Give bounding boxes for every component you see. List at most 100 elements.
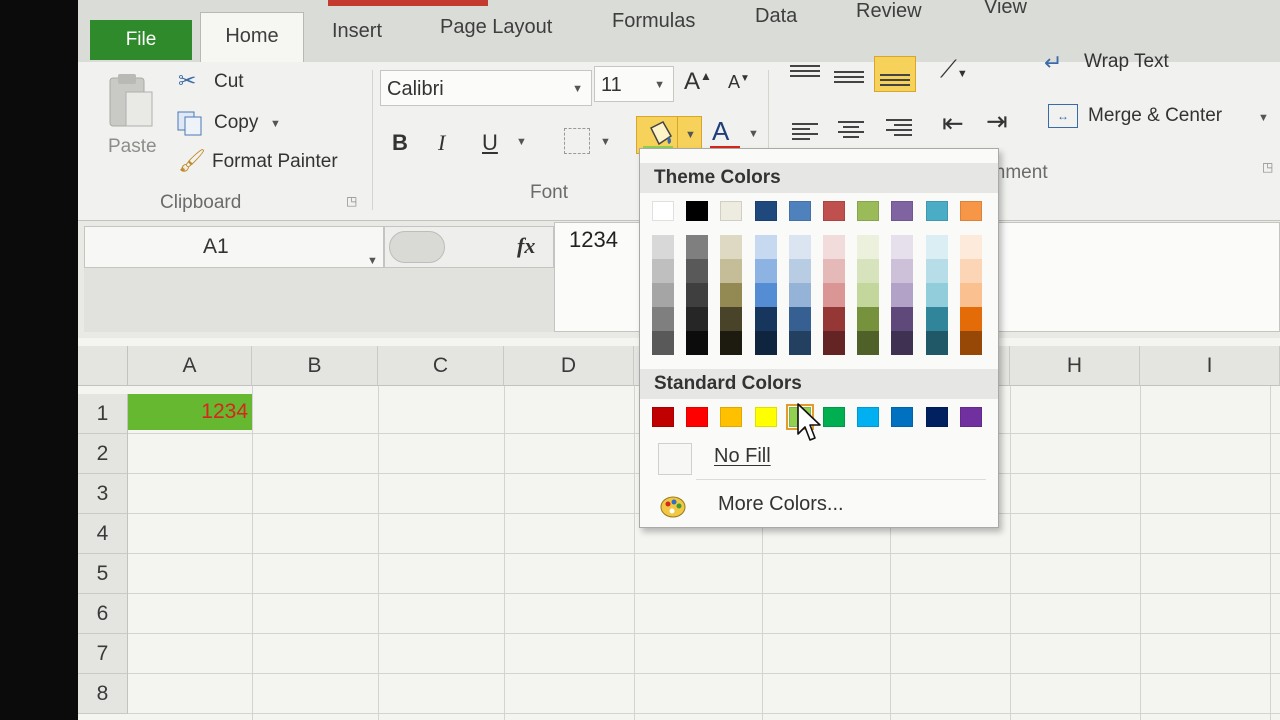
theme-color-swatch[interactable]	[686, 201, 709, 221]
tab-data[interactable]: Data	[755, 5, 797, 28]
insert-function-icon[interactable]: fx	[517, 233, 535, 259]
standard-color-swatch[interactable]	[652, 407, 674, 427]
decrease-font-size-icon[interactable]: A▼	[728, 72, 750, 93]
decrease-indent-icon[interactable]: ⇤	[942, 108, 964, 139]
theme-shade-swatch[interactable]	[823, 283, 845, 307]
align-middle-icon[interactable]	[834, 68, 864, 86]
tab-formulas[interactable]: Formulas	[612, 10, 695, 33]
fill-color-dropdown-arrow[interactable]: ▼	[685, 129, 696, 141]
merge-center-button[interactable]: ↔ Merge & Center ▼	[1048, 102, 1280, 134]
standard-color-swatch[interactable]	[959, 407, 982, 427]
theme-shade-swatch[interactable]	[857, 331, 880, 355]
theme-color-swatch[interactable]	[788, 201, 811, 221]
standard-color-swatch[interactable]	[686, 407, 709, 427]
theme-shade-swatch[interactable]	[788, 307, 811, 331]
formula-bar-splitter[interactable]	[389, 231, 445, 263]
theme-color-swatch[interactable]	[754, 201, 777, 221]
theme-shade-swatch[interactable]	[857, 259, 880, 283]
theme-shade-swatch[interactable]	[686, 307, 709, 331]
theme-color-swatch[interactable]	[925, 201, 948, 221]
font-color-dropdown-arrow[interactable]: ▼	[748, 128, 759, 140]
theme-color-swatch[interactable]	[959, 201, 982, 221]
align-left-icon[interactable]	[792, 120, 822, 143]
standard-color-swatch[interactable]	[720, 407, 743, 427]
theme-shade-swatch[interactable]	[823, 307, 845, 331]
theme-shade-swatch[interactable]	[720, 307, 743, 331]
italic-button[interactable]: I	[438, 130, 445, 156]
alignment-launcher-icon[interactable]: ◳	[1262, 160, 1273, 174]
row-header-8[interactable]: 8	[78, 674, 128, 714]
column-header-c[interactable]: C	[378, 346, 504, 386]
more-colors-item[interactable]: More Colors...	[640, 485, 998, 525]
theme-shade-swatch[interactable]	[959, 307, 982, 331]
theme-shade-swatch[interactable]	[788, 331, 811, 355]
underline-button[interactable]: U	[482, 130, 498, 156]
theme-shade-swatch[interactable]	[652, 283, 674, 307]
theme-shade-swatch[interactable]	[754, 283, 777, 307]
theme-shade-swatch[interactable]	[720, 259, 743, 283]
theme-shade-swatch[interactable]	[720, 235, 743, 259]
column-header-d[interactable]: D	[504, 346, 634, 386]
theme-shade-swatch[interactable]	[754, 235, 777, 259]
theme-color-swatch[interactable]	[720, 201, 743, 221]
orientation-icon[interactable]: ⟋▼	[940, 56, 968, 84]
theme-shade-swatch[interactable]	[959, 235, 982, 259]
tab-review[interactable]: Review	[856, 0, 922, 23]
theme-shade-swatch[interactable]	[959, 331, 982, 355]
theme-shade-swatch[interactable]	[925, 283, 948, 307]
bold-button[interactable]: B	[392, 130, 408, 156]
align-bottom-button[interactable]	[874, 56, 916, 92]
theme-shade-swatch[interactable]	[857, 307, 880, 331]
theme-shade-swatch[interactable]	[652, 331, 674, 355]
theme-shade-swatch[interactable]	[959, 259, 982, 283]
theme-shade-swatch[interactable]	[720, 283, 743, 307]
theme-shade-swatch[interactable]	[754, 259, 777, 283]
theme-shade-swatch[interactable]	[925, 307, 948, 331]
font-name-dropdown-arrow[interactable]: ▼	[572, 71, 583, 107]
wrap-text-button[interactable]: ↵ Wrap Text	[1044, 48, 1264, 80]
theme-shade-swatch[interactable]	[857, 235, 880, 259]
align-right-icon[interactable]	[882, 116, 912, 139]
theme-shade-swatch[interactable]	[823, 235, 845, 259]
paste-button[interactable]: Paste	[102, 72, 160, 182]
theme-color-swatch[interactable]	[652, 201, 674, 221]
standard-color-swatch[interactable]	[823, 407, 845, 427]
row-header-3[interactable]: 3	[78, 474, 128, 514]
theme-shade-swatch[interactable]	[823, 331, 845, 355]
theme-shade-swatch[interactable]	[891, 259, 914, 283]
theme-shade-swatch[interactable]	[686, 331, 709, 355]
tab-insert[interactable]: Insert	[332, 20, 382, 43]
copy-button[interactable]: Copy ▼	[176, 108, 376, 138]
standard-color-swatch[interactable]	[925, 407, 948, 427]
row-header-5[interactable]: 5	[78, 554, 128, 594]
standard-color-swatch[interactable]	[754, 407, 777, 427]
theme-shade-swatch[interactable]	[652, 235, 674, 259]
column-header-i[interactable]: I	[1140, 346, 1280, 386]
row-header-1[interactable]: 1	[78, 394, 128, 434]
theme-shade-swatch[interactable]	[652, 259, 674, 283]
theme-shade-swatch[interactable]	[686, 259, 709, 283]
theme-shade-swatch[interactable]	[788, 235, 811, 259]
font-size-dropdown-arrow[interactable]: ▼	[654, 67, 665, 103]
theme-shade-swatch[interactable]	[891, 235, 914, 259]
copy-dropdown-arrow[interactable]: ▼	[270, 118, 281, 130]
theme-shade-swatch[interactable]	[857, 283, 880, 307]
theme-shade-swatch[interactable]	[754, 331, 777, 355]
cut-button[interactable]: ✂ Cut	[178, 68, 358, 98]
borders-icon[interactable]	[564, 128, 590, 154]
theme-shade-swatch[interactable]	[891, 331, 914, 355]
align-top-icon[interactable]	[790, 62, 820, 80]
theme-shade-swatch[interactable]	[652, 307, 674, 331]
standard-color-swatch[interactable]	[891, 407, 914, 427]
tab-file[interactable]: File	[90, 20, 192, 60]
theme-shade-swatch[interactable]	[686, 235, 709, 259]
font-name-combo[interactable]: Calibri ▼	[380, 70, 592, 106]
theme-color-swatch[interactable]	[823, 201, 845, 221]
increase-indent-icon[interactable]: ⇥	[986, 106, 1008, 137]
theme-shade-swatch[interactable]	[788, 283, 811, 307]
row-header-7[interactable]: 7	[78, 634, 128, 674]
row-header-6[interactable]: 6	[78, 594, 128, 634]
format-painter-button[interactable]: 🖌 Format Painter	[176, 148, 466, 178]
tab-home[interactable]: Home	[200, 12, 304, 65]
theme-shade-swatch[interactable]	[959, 283, 982, 307]
